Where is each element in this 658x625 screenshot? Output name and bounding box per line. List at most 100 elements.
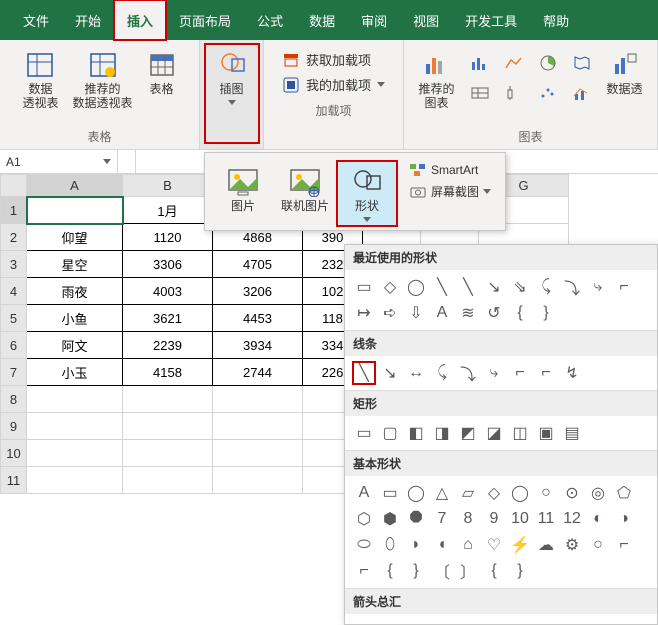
- shape-item[interactable]: ➪: [353, 620, 375, 625]
- shape-item[interactable]: ▱: [457, 482, 479, 504]
- shape-item[interactable]: ⇘: [509, 276, 531, 298]
- chart-line-button[interactable]: [499, 50, 529, 76]
- cell[interactable]: 3621: [123, 305, 213, 332]
- shape-item[interactable]: ↘: [379, 362, 401, 384]
- cell[interactable]: 小鱼: [27, 305, 123, 332]
- shape-item[interactable]: ⚙: [561, 534, 583, 556]
- shape-item[interactable]: ▤: [561, 422, 583, 444]
- chart-hier-button[interactable]: [465, 80, 495, 106]
- shape-item[interactable]: ⬠: [613, 482, 635, 504]
- shape-item[interactable]: 〔: [431, 560, 453, 582]
- shape-item[interactable]: ⚡: [509, 534, 531, 556]
- insert-shapes-button[interactable]: 形状: [337, 161, 397, 226]
- tab-insert[interactable]: 插入: [114, 0, 166, 40]
- shape-item[interactable]: ◯: [509, 482, 531, 504]
- shape-item[interactable]: {: [483, 560, 505, 582]
- shape-item[interactable]: ⯃: [405, 508, 427, 530]
- shape-item[interactable]: 9: [483, 508, 505, 530]
- chart-map-button[interactable]: [567, 50, 597, 76]
- shape-item[interactable]: ↦: [353, 302, 375, 324]
- tab-formulas[interactable]: 公式: [244, 0, 296, 40]
- shape-item[interactable]: ◯: [405, 276, 427, 298]
- shape-item[interactable]: A: [353, 482, 375, 504]
- chart-pie-button[interactable]: [533, 50, 563, 76]
- row-header[interactable]: 8: [1, 386, 27, 413]
- shape-item[interactable]: ◇: [379, 276, 401, 298]
- shape-item[interactable]: ◫: [509, 422, 531, 444]
- shape-item[interactable]: ◧: [405, 422, 427, 444]
- chart-combo-button[interactable]: [567, 80, 597, 106]
- cell[interactable]: [27, 413, 123, 440]
- shape-item[interactable]: ⇦: [379, 620, 401, 625]
- name-box-expand[interactable]: [118, 150, 136, 173]
- row-header[interactable]: 2: [1, 224, 27, 251]
- cell[interactable]: 星空: [27, 251, 123, 278]
- shape-item[interactable]: ⇩: [431, 620, 453, 625]
- cell[interactable]: 3206: [213, 278, 303, 305]
- tab-help[interactable]: 帮助: [530, 0, 582, 40]
- shape-item[interactable]: ⤵: [457, 362, 479, 384]
- row-header[interactable]: 9: [1, 413, 27, 440]
- shape-item[interactable]: }: [405, 560, 427, 582]
- shape-item[interactable]: ⇩: [405, 302, 427, 324]
- screenshot-button[interactable]: 屏幕截图: [409, 183, 491, 200]
- shape-item[interactable]: ╲: [353, 362, 375, 384]
- shape-item[interactable]: ⇔: [457, 620, 479, 625]
- shape-item[interactable]: ◐: [587, 508, 609, 530]
- shape-item[interactable]: ⌐: [613, 276, 635, 298]
- shape-item[interactable]: ▢: [379, 422, 401, 444]
- cell[interactable]: [123, 440, 213, 467]
- tab-home[interactable]: 开始: [62, 0, 114, 40]
- cell[interactable]: 1月: [123, 197, 213, 224]
- shape-item[interactable]: ⇕: [483, 620, 505, 625]
- recommended-charts-button[interactable]: 推荐的 图表: [414, 44, 458, 126]
- chart-bar-button[interactable]: [465, 50, 495, 76]
- pivot-chart-button[interactable]: 数据透: [603, 44, 647, 126]
- shape-item[interactable]: ◎: [587, 482, 609, 504]
- shape-item[interactable]: ↱: [535, 620, 557, 625]
- col-header-B[interactable]: B: [123, 175, 213, 197]
- shape-item[interactable]: ⌐: [353, 560, 375, 582]
- shape-item[interactable]: }: [535, 302, 557, 324]
- cell[interactable]: 4453: [213, 305, 303, 332]
- row-header[interactable]: 5: [1, 305, 27, 332]
- shape-item[interactable]: ⤷: [587, 276, 609, 298]
- shape-item[interactable]: ○: [587, 534, 609, 556]
- cell[interactable]: [213, 440, 303, 467]
- row-header[interactable]: 7: [1, 359, 27, 386]
- cell[interactable]: [27, 197, 123, 224]
- shape-item[interactable]: ↺: [483, 302, 505, 324]
- shape-item[interactable]: ↲: [561, 620, 583, 625]
- online-pictures-button[interactable]: 联机图片: [275, 161, 335, 226]
- cell[interactable]: [123, 413, 213, 440]
- shape-item[interactable]: ▭: [353, 422, 375, 444]
- shape-item[interactable]: ♡: [483, 534, 505, 556]
- cell[interactable]: [27, 467, 123, 494]
- shape-item[interactable]: ⊙: [561, 482, 583, 504]
- shape-item[interactable]: ⇧: [405, 620, 427, 625]
- shape-item[interactable]: ⬡: [353, 508, 375, 530]
- cell[interactable]: [27, 440, 123, 467]
- my-addins-button[interactable]: 我的加载项: [282, 75, 385, 94]
- insert-picture-button[interactable]: 图片: [213, 161, 273, 226]
- shape-item[interactable]: ▭: [353, 276, 375, 298]
- shape-item[interactable]: 〕: [457, 560, 479, 582]
- shape-item[interactable]: ⤹: [535, 276, 557, 298]
- shape-item[interactable]: 7: [431, 508, 453, 530]
- shape-item[interactable]: ☁: [535, 534, 557, 556]
- shape-item[interactable]: ➪: [379, 302, 401, 324]
- shape-item[interactable]: ↳: [587, 620, 609, 625]
- row-header[interactable]: 3: [1, 251, 27, 278]
- shape-item[interactable]: {: [379, 560, 401, 582]
- tab-page-layout[interactable]: 页面布局: [166, 0, 244, 40]
- shape-item[interactable]: ≋: [457, 302, 479, 324]
- shape-item[interactable]: ⤵: [561, 276, 583, 298]
- shape-item[interactable]: 10: [509, 508, 531, 530]
- row-header[interactable]: 10: [1, 440, 27, 467]
- shape-item[interactable]: ⌐: [613, 534, 635, 556]
- col-header-A[interactable]: A: [27, 175, 123, 197]
- shape-item[interactable]: A: [431, 302, 453, 324]
- cell[interactable]: 3934: [213, 332, 303, 359]
- cell[interactable]: 4003: [123, 278, 213, 305]
- shape-item[interactable]: ↯: [561, 362, 583, 384]
